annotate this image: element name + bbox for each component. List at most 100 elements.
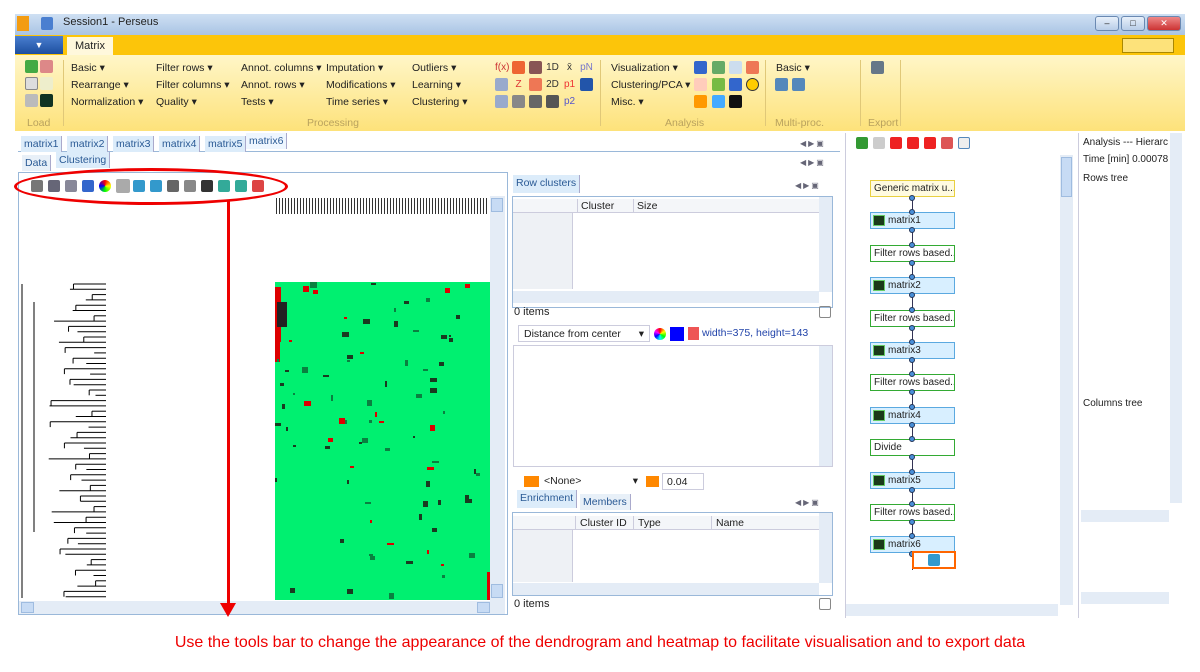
binoculars-icon[interactable]: [201, 180, 213, 192]
tree-top-icon[interactable]: [150, 180, 162, 192]
menu-rearrange[interactable]: Rearrange ▾: [71, 79, 129, 91]
tab-matrix2[interactable]: matrix2: [67, 136, 109, 152]
fx-icon[interactable]: f(x): [495, 61, 509, 74]
grid-icon[interactable]: [712, 61, 725, 74]
menu-basic[interactable]: Basic ▾: [71, 62, 105, 74]
col-size[interactable]: Size: [633, 199, 657, 213]
tab-matrix5[interactable]: matrix5: [205, 136, 247, 152]
hand-icon[interactable]: [873, 137, 885, 149]
menu-annotrows[interactable]: Annot. rows ▾: [241, 79, 305, 91]
network-icon[interactable]: [694, 78, 707, 91]
menu-outliers[interactable]: Outliers ▾: [412, 62, 456, 74]
row-dendrogram[interactable]: [20, 282, 106, 600]
tab-matrix6[interactable]: matrix6: [246, 133, 288, 149]
menu-clustering-pca[interactable]: Clustering/PCA ▾: [611, 79, 690, 91]
arrow-down-icon[interactable]: [907, 137, 919, 149]
menu-imputation[interactable]: Imputation ▾: [326, 62, 383, 74]
tree-top-2-icon[interactable]: [235, 180, 247, 192]
p2-icon[interactable]: p2: [563, 95, 576, 108]
ribbon-option-icons[interactable]: [1122, 38, 1174, 53]
z-icon[interactable]: Z: [512, 78, 525, 91]
col-cluster[interactable]: Cluster: [577, 199, 614, 213]
tab-clustering[interactable]: Clustering: [56, 152, 111, 168]
enr-v-scrollbar[interactable]: [819, 513, 832, 583]
quick-access-icon[interactable]: [41, 17, 53, 30]
menu-clustering[interactable]: Clustering ▾: [412, 96, 467, 108]
heatmap-h-scrollbar[interactable]: [19, 601, 505, 614]
magnet-icon[interactable]: [729, 78, 742, 91]
arrow-up-icon[interactable]: [924, 137, 936, 149]
scatter-icon[interactable]: [694, 61, 707, 74]
menu-modifications[interactable]: Modifications ▾: [326, 79, 395, 91]
heatmap-v-scrollbar[interactable]: [490, 196, 505, 602]
tab-matrix3[interactable]: matrix3: [113, 136, 155, 152]
filter-icon[interactable]: [512, 95, 525, 108]
paw-icon[interactable]: [546, 95, 559, 108]
pdf-icon[interactable]: [688, 327, 699, 340]
peak-icon[interactable]: [580, 78, 593, 91]
mean-icon[interactable]: x̄: [563, 61, 576, 74]
menu-filterrows[interactable]: Filter rows ▾: [156, 62, 213, 74]
tab-matrix1[interactable]: matrix1: [21, 136, 63, 152]
p1-icon[interactable]: p1: [563, 78, 576, 91]
tree-left-2-icon[interactable]: [218, 180, 230, 192]
heatmap[interactable]: [275, 282, 490, 600]
menu-timeseries[interactable]: Time series ▾: [326, 96, 388, 108]
col-name[interactable]: Name: [711, 516, 744, 530]
color-wheel-icon[interactable]: [654, 328, 666, 340]
scatter-plot-icon[interactable]: [729, 61, 742, 74]
tab-members[interactable]: Members: [580, 494, 631, 510]
maximize-button[interactable]: □: [1121, 16, 1145, 31]
columns-icon[interactable]: [184, 180, 196, 192]
menu-multiproc-basic[interactable]: Basic ▾: [776, 62, 810, 74]
menu-misc[interactable]: Misc. ▾: [611, 96, 644, 108]
col-type[interactable]: Type: [633, 516, 661, 530]
menu-quality[interactable]: Quality ▾: [156, 96, 197, 108]
load-file-icon[interactable]: [40, 60, 53, 73]
load-icon[interactable]: [25, 60, 38, 73]
menu-normalization[interactable]: Normalization ▾: [71, 96, 143, 108]
analysis-h-scrollbar-2[interactable]: [1081, 592, 1169, 604]
multi-icon-1[interactable]: [775, 78, 788, 91]
2d-icon[interactable]: 2D: [546, 78, 559, 91]
menu-tests[interactable]: Tests ▾: [241, 96, 274, 108]
pn-icon[interactable]: pN: [580, 61, 593, 74]
subtab-nav-arrows[interactable]: ◀▶▣: [800, 158, 826, 167]
document-icon[interactable]: [40, 77, 53, 90]
color-wheel-icon[interactable]: [99, 180, 111, 192]
bar-icon[interactable]: [694, 95, 707, 108]
zoom-in-icon[interactable]: [48, 180, 60, 192]
chart-icon[interactable]: [495, 78, 508, 91]
tree-icon[interactable]: [712, 95, 725, 108]
enrichment-select[interactable]: <None> ▾: [542, 473, 640, 490]
close-button[interactable]: ✕: [1147, 16, 1181, 31]
document-icon[interactable]: [958, 137, 970, 149]
rowclusters-nav[interactable]: ◀▶▣: [795, 181, 821, 190]
tab-matrix4[interactable]: matrix4: [159, 136, 201, 152]
venn-icon[interactable]: [529, 95, 542, 108]
menu-visualization[interactable]: Visualization ▾: [611, 62, 678, 74]
save-icon[interactable]: [871, 61, 884, 74]
plot-v-scrollbar[interactable]: [819, 346, 832, 466]
threshold-input[interactable]: 0.04: [662, 473, 704, 490]
star-icon[interactable]: [529, 78, 542, 91]
tree-left-icon[interactable]: [133, 180, 145, 192]
pdf-icon[interactable]: [941, 137, 953, 149]
zoom-out-icon[interactable]: [65, 180, 77, 192]
histogram-icon[interactable]: [746, 61, 759, 74]
rc-h-scrollbar[interactable]: [513, 291, 819, 303]
tab-matrix[interactable]: Matrix: [67, 37, 113, 55]
menu-learning[interactable]: Learning ▾: [412, 79, 461, 91]
gray-box-icon[interactable]: [116, 179, 130, 193]
col-cluster-id[interactable]: Cluster ID: [575, 516, 627, 530]
matrix-icon[interactable]: [40, 94, 53, 107]
refresh-icon[interactable]: [856, 137, 868, 149]
multi-icon-2[interactable]: [792, 78, 805, 91]
gear-icon[interactable]: [25, 94, 38, 107]
enr-h-scrollbar[interactable]: [513, 583, 819, 595]
checkbox[interactable]: [819, 598, 831, 610]
list-icon[interactable]: [25, 77, 38, 90]
tab-row-clusters[interactable]: Row clusters: [513, 175, 581, 193]
pca-icon[interactable]: [712, 78, 725, 91]
cluster-profile-plot[interactable]: [513, 345, 833, 467]
